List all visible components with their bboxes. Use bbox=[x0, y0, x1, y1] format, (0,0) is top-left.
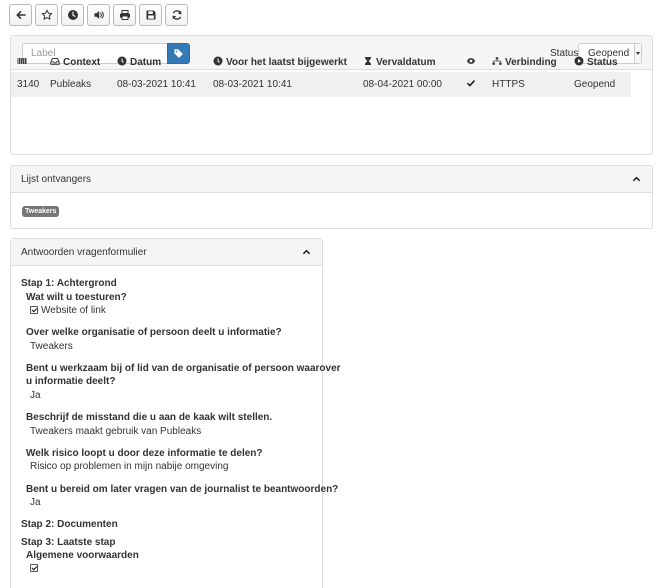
toolbar bbox=[9, 4, 188, 26]
refresh-icon bbox=[172, 10, 181, 20]
answer-5: Risico op problemen in mijn nabije omgev… bbox=[30, 461, 229, 472]
cell-context: Publeaks bbox=[50, 72, 117, 97]
column-context: Context bbox=[50, 52, 117, 72]
eye-icon bbox=[466, 58, 476, 64]
save-icon bbox=[146, 10, 155, 20]
back-button[interactable] bbox=[9, 4, 32, 26]
postpone-button[interactable] bbox=[61, 4, 84, 26]
step-3-title: Stap 3: Laatste stap bbox=[21, 537, 116, 548]
clock-icon bbox=[67, 10, 78, 20]
star-icon bbox=[41, 9, 52, 20]
print-button[interactable] bbox=[113, 4, 136, 26]
sitemap-icon bbox=[492, 57, 502, 65]
answers-panel-header[interactable]: Antwoorden vragenformulier bbox=[11, 239, 322, 266]
answer-1-text: Website of link bbox=[41, 305, 106, 316]
hourglass-icon bbox=[365, 57, 371, 65]
chevron-down-icon bbox=[634, 44, 641, 63]
column-expiry-label: Vervaldatum bbox=[376, 57, 436, 68]
column-expiry: Vervaldatum bbox=[363, 52, 466, 72]
cell-connection: HTTPS bbox=[492, 72, 574, 97]
column-connection: Verbinding bbox=[492, 52, 574, 72]
tip-table: Context Datum Voor het laatst bijgewerkt… bbox=[11, 52, 631, 97]
cell-seen bbox=[466, 72, 492, 97]
checkmark-icon bbox=[466, 80, 476, 87]
chevron-up-icon[interactable] bbox=[632, 175, 641, 183]
column-connection-label: Verbinding bbox=[505, 57, 557, 68]
chevron-up-icon[interactable] bbox=[302, 248, 311, 256]
cell-expiry: 08-04-2021 00:00 bbox=[363, 72, 466, 97]
recipients-title: Lijst ontvangers bbox=[21, 174, 92, 185]
recipient-badge: Tweakers bbox=[22, 206, 60, 217]
barcode-icon bbox=[17, 58, 27, 64]
column-updated-label: Voor het laatst bijgewerkt bbox=[226, 57, 347, 68]
column-id bbox=[11, 52, 50, 72]
volume-icon bbox=[94, 11, 104, 19]
answer-3: Ja bbox=[30, 390, 41, 401]
arrow-left-icon bbox=[16, 11, 26, 19]
column-datum: Datum bbox=[117, 52, 213, 72]
step-2-title: Stap 2: Documenten bbox=[21, 519, 118, 530]
cell-id: 3140 bbox=[11, 72, 50, 97]
column-updated: Voor het laatst bijgewerkt bbox=[213, 52, 363, 72]
inbox-icon bbox=[50, 58, 60, 65]
cell-updated: 08-03-2021 10:41 bbox=[213, 72, 363, 97]
question-3-line-1: Bent u werkzaam bij of lid van de organi… bbox=[26, 363, 341, 374]
checkbox-checked-icon bbox=[30, 306, 38, 314]
silence-button[interactable] bbox=[87, 4, 110, 26]
table-row[interactable]: 3140 Publeaks 08-03-2021 10:41 08-03-202… bbox=[11, 72, 631, 97]
column-status-label: Status bbox=[587, 57, 618, 68]
column-context-label: Context bbox=[63, 57, 101, 68]
question-7: Algemene voorwaarden bbox=[26, 550, 139, 561]
cell-datum: 08-03-2021 10:41 bbox=[117, 72, 213, 97]
column-status: Status bbox=[574, 52, 631, 72]
question-3-line-2: u informatie deelt? bbox=[26, 376, 116, 387]
print-icon bbox=[119, 10, 130, 20]
answer-2: Tweakers bbox=[30, 341, 73, 352]
answer-4: Tweakers maakt gebruik van Publeaks bbox=[30, 426, 202, 437]
refresh-button[interactable] bbox=[165, 4, 188, 26]
question-4: Beschrijf de misstand die u aan de kaak … bbox=[26, 412, 273, 423]
column-seen bbox=[466, 52, 492, 72]
star-button[interactable] bbox=[35, 4, 58, 26]
save-button[interactable] bbox=[139, 4, 162, 26]
recipients-panel-header[interactable]: Lijst ontvangers bbox=[11, 166, 652, 193]
cell-status: Geopend bbox=[574, 72, 631, 97]
answer-7 bbox=[30, 563, 41, 574]
question-6: Bent u bereid om later vragen van de jou… bbox=[26, 484, 339, 495]
question-5: Welk risico loopt u door deze informatie… bbox=[26, 448, 263, 459]
clock-icon bbox=[213, 56, 223, 66]
clock-icon bbox=[117, 56, 127, 66]
question-2: Over welke organisatie of persoon deelt … bbox=[26, 327, 282, 338]
step-1-title: Stap 1: Achtergrond bbox=[21, 278, 117, 289]
recipients-panel: Lijst ontvangers bbox=[10, 165, 653, 229]
answer-1: Website of link bbox=[30, 305, 106, 316]
column-datum-label: Datum bbox=[130, 57, 162, 68]
checkbox-checked-icon bbox=[30, 564, 38, 572]
play-circle-icon bbox=[574, 56, 584, 66]
question-1: Wat wilt u toesturen? bbox=[26, 292, 127, 303]
answer-6: Ja bbox=[30, 497, 41, 508]
answers-title: Antwoorden vragenformulier bbox=[21, 247, 147, 258]
table-header-row: Context Datum Voor het laatst bijgewerkt… bbox=[11, 52, 631, 72]
